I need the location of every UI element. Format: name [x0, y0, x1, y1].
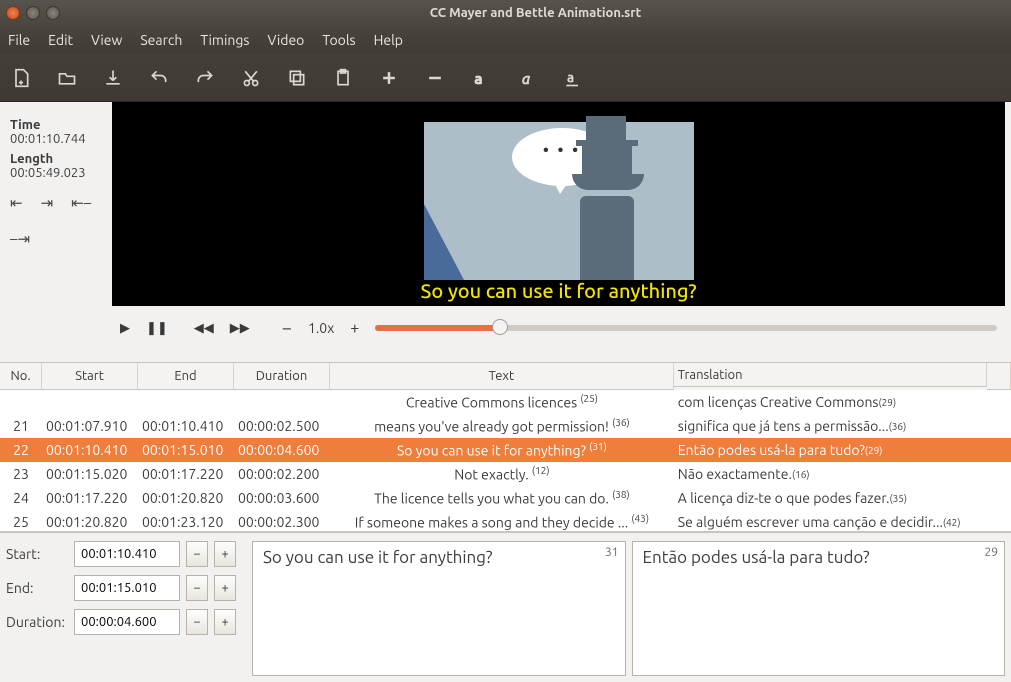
- duration-inc-button[interactable]: +: [214, 609, 236, 635]
- table-row[interactable]: Creative Commons licences (25)com licenç…: [0, 390, 1011, 414]
- text-char-count: 31: [605, 546, 619, 559]
- col-start[interactable]: Start: [42, 363, 138, 390]
- translation-char-count: 29: [984, 546, 998, 559]
- col-pad: [987, 363, 1011, 390]
- new-file-icon[interactable]: [10, 67, 32, 89]
- start-dec-button[interactable]: −: [186, 541, 208, 567]
- transport-bar: ▶ ❚❚ ◀◀ ▶▶ − 1.0x +: [112, 306, 1005, 350]
- svg-text:a: a: [474, 69, 482, 86]
- menu-tools[interactable]: Tools: [322, 32, 355, 48]
- video-frame: [424, 122, 694, 280]
- menu-video[interactable]: Video: [268, 32, 305, 48]
- menu-help[interactable]: Help: [374, 32, 403, 48]
- duration-input[interactable]: [74, 609, 180, 635]
- seek-slider[interactable]: [375, 325, 997, 331]
- menu-view[interactable]: View: [91, 32, 122, 48]
- menu-edit[interactable]: Edit: [48, 32, 73, 48]
- table-row[interactable]: 2100:01:07.91000:01:10.41000:00:02.500me…: [0, 414, 1011, 438]
- cut-icon[interactable]: [240, 67, 262, 89]
- rewind-icon[interactable]: ◀◀: [194, 321, 214, 336]
- svg-text:a: a: [522, 69, 530, 86]
- speed-up-icon[interactable]: +: [350, 319, 359, 337]
- col-end[interactable]: End: [138, 363, 234, 390]
- window-maximize-button[interactable]: [46, 6, 60, 20]
- italic-icon[interactable]: a: [516, 67, 538, 89]
- table-row[interactable]: 2300:01:15.02000:01:17.22000:00:02.200No…: [0, 462, 1011, 486]
- menu-file[interactable]: File: [8, 32, 30, 48]
- window-close-button[interactable]: [6, 6, 20, 20]
- copy-icon[interactable]: [286, 67, 308, 89]
- info-panel: Time 00:01:10.744 Length 00:05:49.023 ⇤ …: [0, 102, 112, 362]
- duration-label: Duration:: [6, 614, 68, 630]
- subtitle-overlay: So you can use it for anything?: [112, 279, 1005, 302]
- window-title: CC Mayer and Bettle Animation.srt: [66, 6, 1005, 20]
- seek-start-icon[interactable]: ⇤: [10, 194, 23, 212]
- timing-editor: Start: − + End: − + Duration: − +: [6, 541, 246, 676]
- col-text[interactable]: Text: [330, 363, 674, 390]
- paste-icon[interactable]: [332, 67, 354, 89]
- seek-next-icon[interactable]: –⇥: [10, 230, 30, 248]
- end-input[interactable]: [74, 575, 180, 601]
- add-icon[interactable]: [378, 67, 400, 89]
- seek-prev-icon[interactable]: ⇤–: [71, 194, 91, 212]
- end-inc-button[interactable]: +: [214, 575, 236, 601]
- table-row[interactable]: 2200:01:10.41000:01:15.01000:00:04.600So…: [0, 438, 1011, 462]
- length-value: 00:05:49.023: [10, 166, 102, 180]
- col-duration[interactable]: Duration: [234, 363, 330, 390]
- main-row: Time 00:01:10.744 Length 00:05:49.023 ⇤ …: [0, 102, 1011, 362]
- end-label: End:: [6, 580, 68, 596]
- video-preview[interactable]: So you can use it for anything?: [112, 102, 1005, 306]
- bold-icon[interactable]: a: [470, 67, 492, 89]
- remove-icon[interactable]: [424, 67, 446, 89]
- table-header: No. Start End Duration Text Translation: [0, 363, 1011, 390]
- end-dec-button[interactable]: −: [186, 575, 208, 601]
- save-icon[interactable]: [102, 67, 124, 89]
- translation-edit-box[interactable]: Então podes usá-la para tudo? 29: [632, 541, 1006, 676]
- open-file-icon[interactable]: [56, 67, 78, 89]
- table-row[interactable]: 2500:01:20.82000:01:23.12000:00:02.300If…: [0, 510, 1011, 531]
- time-label: Time: [10, 118, 102, 132]
- col-no[interactable]: No.: [0, 363, 42, 390]
- undo-icon[interactable]: [148, 67, 170, 89]
- seek-end-icon[interactable]: ⇥: [41, 194, 54, 212]
- menu-search[interactable]: Search: [140, 32, 182, 48]
- text-edit-box[interactable]: So you can use it for anything? 31: [252, 541, 626, 676]
- text-edit-content: So you can use it for anything?: [263, 548, 493, 567]
- fastforward-icon[interactable]: ▶▶: [230, 321, 250, 336]
- length-label: Length: [10, 152, 102, 166]
- speed-down-icon[interactable]: −: [282, 318, 292, 338]
- col-translation[interactable]: Translation: [674, 363, 987, 387]
- menubar: File Edit View Search Timings Video Tool…: [0, 26, 1011, 54]
- editor-panel: Start: − + End: − + Duration: − + So you…: [0, 532, 1011, 682]
- subtitle-table: No. Start End Duration Text Translation …: [0, 362, 1011, 532]
- start-label: Start:: [6, 546, 68, 562]
- translation-edit-content: Então podes usá-la para tudo?: [643, 548, 870, 567]
- start-inc-button[interactable]: +: [214, 541, 236, 567]
- table-row[interactable]: 2400:01:17.22000:01:20.82000:00:03.600Th…: [0, 486, 1011, 510]
- pause-icon[interactable]: ❚❚: [146, 321, 168, 336]
- speed-value: 1.0x: [308, 320, 334, 336]
- start-input[interactable]: [74, 541, 180, 567]
- titlebar: CC Mayer and Bettle Animation.srt: [0, 0, 1011, 26]
- duration-dec-button[interactable]: −: [186, 609, 208, 635]
- play-icon[interactable]: ▶: [120, 321, 130, 336]
- video-column: So you can use it for anything? ▶ ❚❚ ◀◀ …: [112, 102, 1011, 362]
- window-minimize-button[interactable]: [26, 6, 40, 20]
- time-value: 00:01:10.744: [10, 132, 102, 146]
- underline-icon[interactable]: a: [562, 67, 584, 89]
- svg-text:a: a: [567, 70, 574, 85]
- toolbar: a a a: [0, 54, 1011, 102]
- table-body: Creative Commons licences (25)com licenç…: [0, 390, 1011, 531]
- menu-timings[interactable]: Timings: [200, 32, 249, 48]
- redo-icon[interactable]: [194, 67, 216, 89]
